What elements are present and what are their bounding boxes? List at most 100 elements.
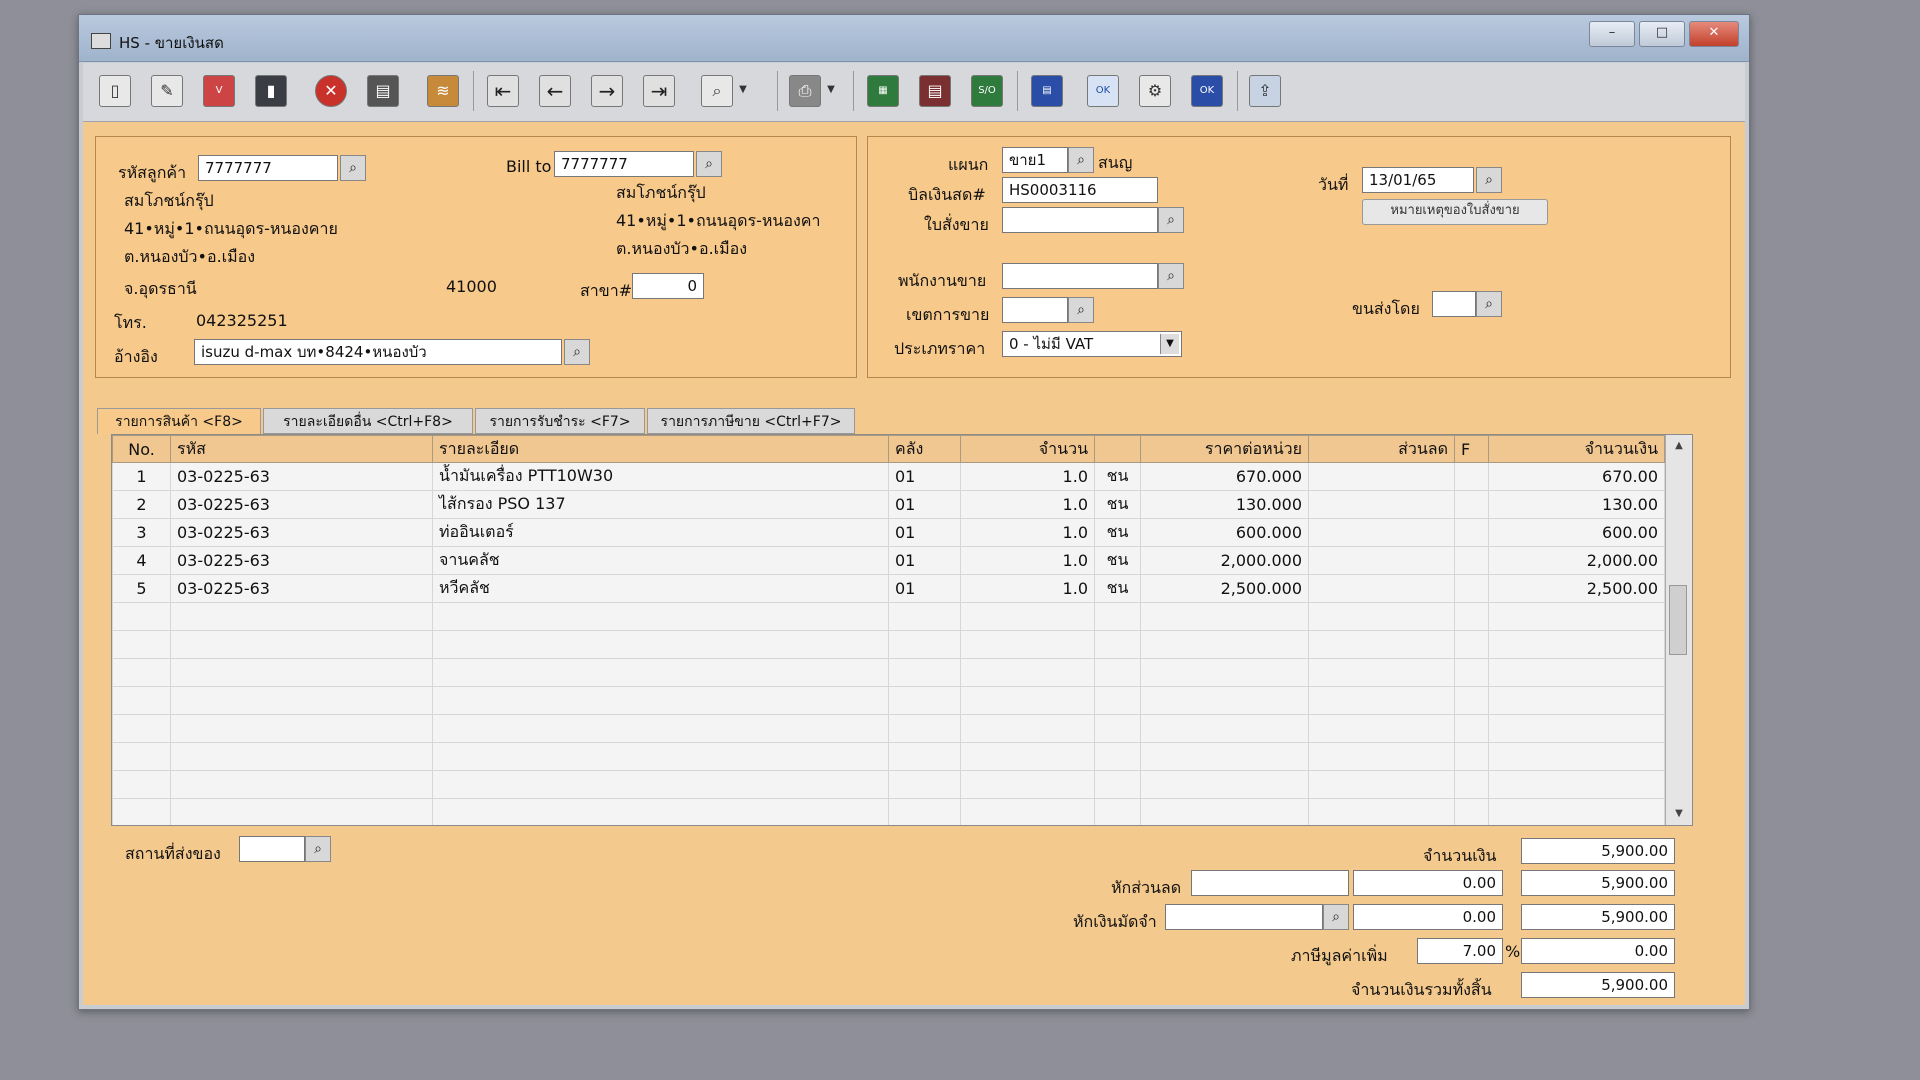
empty-cell[interactable]	[432, 658, 889, 687]
empty-cell[interactable]	[432, 770, 889, 799]
empty-cell[interactable]	[1140, 798, 1309, 825]
so-icon[interactable]: S/O	[971, 75, 1003, 107]
empty-cell[interactable]	[1488, 742, 1665, 771]
row-flag[interactable]	[1454, 574, 1489, 603]
empty-cell[interactable]	[1488, 602, 1665, 631]
empty-cell[interactable]	[1094, 742, 1141, 771]
empty-cell[interactable]	[1454, 686, 1489, 715]
empty-cell[interactable]	[1140, 742, 1309, 771]
area-field[interactable]	[1002, 297, 1068, 323]
empty-cell[interactable]	[112, 742, 171, 771]
row-qty[interactable]: 1.0	[960, 490, 1095, 519]
discount-text-field[interactable]	[1191, 870, 1349, 896]
empty-cell[interactable]	[960, 602, 1095, 631]
dept-search-icon[interactable]: ⌕	[1068, 147, 1094, 173]
ship-place-search-icon[interactable]: ⌕	[305, 836, 331, 862]
empty-cell[interactable]	[1140, 686, 1309, 715]
approve-icon[interactable]: OK	[1087, 75, 1119, 107]
row-unit[interactable]: ชน	[1094, 490, 1141, 519]
tab-details[interactable]: รายละเอียดอื่น <Ctrl+F8>	[263, 408, 473, 434]
tab-sales-tax[interactable]: รายการภาษีขาย <Ctrl+F7>	[647, 408, 855, 434]
empty-cell[interactable]	[960, 798, 1095, 825]
row-amount[interactable]: 600.00	[1488, 518, 1665, 547]
empty-table-row[interactable]	[112, 658, 1665, 687]
next-icon[interactable]: →	[591, 75, 623, 107]
table-row[interactable]: 3 03-0225-63 ท่ออินเตอร์ 01 1.0 ชน 600.000 600.…	[112, 518, 1665, 547]
col-unit-price[interactable]: ราคาต่อหน่วย	[1140, 435, 1309, 463]
report-1-icon[interactable]: ▦	[867, 75, 899, 107]
branch-field[interactable]: 0	[632, 273, 704, 299]
empty-table-row[interactable]	[112, 714, 1665, 743]
so-note-button[interactable]: หมายเหตุของใบสั่งขาย	[1362, 199, 1548, 225]
empty-cell[interactable]	[1454, 798, 1489, 825]
empty-cell[interactable]	[1308, 658, 1455, 687]
empty-cell[interactable]	[112, 658, 171, 687]
so-field[interactable]	[1002, 207, 1158, 233]
row-description[interactable]: หวีคลัช	[432, 574, 889, 603]
empty-cell[interactable]	[1454, 602, 1489, 631]
row-amount[interactable]: 2,000.00	[1488, 546, 1665, 575]
discount-field[interactable]: 0.00	[1353, 870, 1503, 896]
date-picker-icon[interactable]: ⌕	[1476, 167, 1502, 193]
empty-cell[interactable]	[112, 602, 171, 631]
search-icon[interactable]: ⌕	[701, 75, 733, 107]
empty-cell[interactable]	[170, 770, 433, 799]
empty-cell[interactable]	[1094, 686, 1141, 715]
col-warehouse[interactable]: คลัง	[888, 435, 961, 463]
col-code[interactable]: รหัส	[170, 435, 433, 463]
row-unit-price[interactable]: 130.000	[1140, 490, 1309, 519]
row-no[interactable]: 5	[112, 574, 171, 603]
deposit-field[interactable]: 0.00	[1353, 904, 1503, 930]
tab-items[interactable]: รายการสินค้า <F8>	[97, 408, 261, 434]
row-warehouse[interactable]: 01	[888, 462, 961, 491]
empty-cell[interactable]	[1094, 770, 1141, 799]
row-unit[interactable]: ชน	[1094, 546, 1141, 575]
row-amount[interactable]: 2,500.00	[1488, 574, 1665, 603]
empty-cell[interactable]	[888, 798, 961, 825]
row-discount[interactable]	[1308, 574, 1455, 603]
search-dropdown-icon[interactable]: ▼	[735, 75, 751, 107]
close-button[interactable]: ✕	[1689, 21, 1739, 47]
tab-payments[interactable]: รายการรับชำระ <F7>	[475, 408, 645, 434]
empty-cell[interactable]	[960, 770, 1095, 799]
grid-scrollbar[interactable]: ▲ ▼	[1665, 435, 1692, 825]
billto-search-icon[interactable]: ⌕	[696, 151, 722, 177]
col-flag[interactable]: F	[1454, 435, 1489, 463]
row-unit[interactable]: ชน	[1094, 574, 1141, 603]
bill-field[interactable]: HS0003116	[1002, 177, 1158, 203]
deposit-search-icon[interactable]: ⌕	[1323, 904, 1349, 930]
scroll-down-icon[interactable]: ▼	[1666, 803, 1692, 825]
empty-cell[interactable]	[888, 602, 961, 631]
row-discount[interactable]	[1308, 546, 1455, 575]
empty-cell[interactable]	[1488, 658, 1665, 687]
scroll-thumb[interactable]	[1669, 585, 1687, 655]
empty-cell[interactable]	[1094, 602, 1141, 631]
row-code[interactable]: 03-0225-63	[170, 546, 433, 575]
col-amount[interactable]: จำนวนเงิน	[1488, 435, 1665, 463]
empty-cell[interactable]	[432, 714, 889, 743]
empty-table-row[interactable]	[112, 630, 1665, 659]
empty-cell[interactable]	[1454, 630, 1489, 659]
empty-cell[interactable]	[1094, 714, 1141, 743]
empty-cell[interactable]	[1308, 770, 1455, 799]
empty-cell[interactable]	[1488, 686, 1665, 715]
row-no[interactable]: 4	[112, 546, 171, 575]
empty-cell[interactable]	[170, 742, 433, 771]
empty-cell[interactable]	[170, 630, 433, 659]
empty-cell[interactable]	[1454, 742, 1489, 771]
row-warehouse[interactable]: 01	[888, 490, 961, 519]
empty-cell[interactable]	[1094, 658, 1141, 687]
row-flag[interactable]	[1454, 546, 1489, 575]
empty-cell[interactable]	[1140, 658, 1309, 687]
row-warehouse[interactable]: 01	[888, 546, 961, 575]
cancel-icon[interactable]: ✕	[315, 75, 347, 107]
empty-cell[interactable]	[170, 686, 433, 715]
empty-cell[interactable]	[1140, 602, 1309, 631]
empty-cell[interactable]	[888, 770, 961, 799]
empty-cell[interactable]	[1308, 686, 1455, 715]
row-qty[interactable]: 1.0	[960, 546, 1095, 575]
empty-cell[interactable]	[112, 714, 171, 743]
ship-by-field[interactable]	[1432, 291, 1476, 317]
last-icon[interactable]: ⇥	[643, 75, 675, 107]
empty-cell[interactable]	[888, 686, 961, 715]
